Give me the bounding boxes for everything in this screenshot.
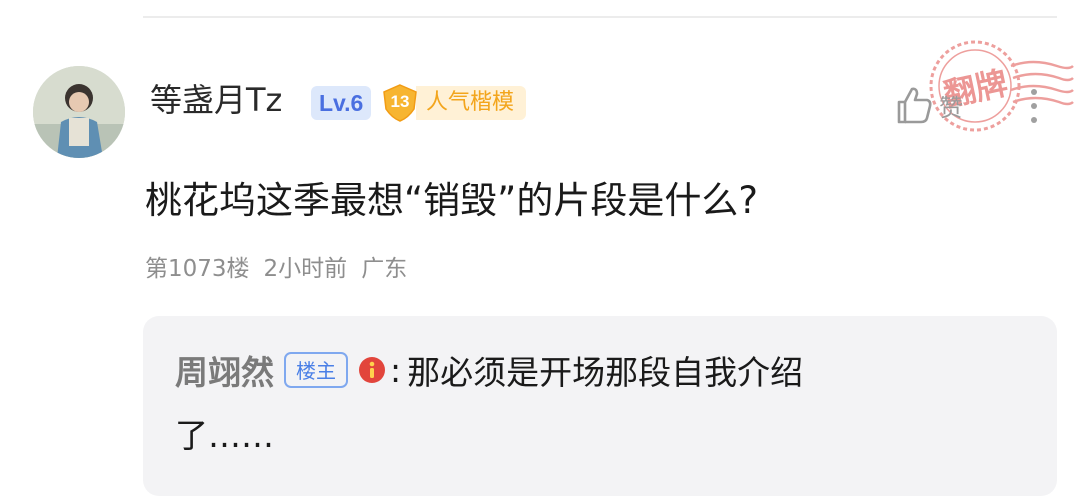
owner-badge: 楼主 — [284, 352, 348, 388]
comment-text: 桃花坞这季最想“销毁”的片段是什么? — [145, 179, 758, 222]
floor-number: 第1073楼 — [145, 256, 250, 282]
popularity-count: 13 — [390, 92, 410, 111]
thumbs-up-icon — [893, 84, 935, 126]
reply-username[interactable]: 周翊然 — [175, 346, 274, 394]
reply-text-line1: 那必须是开场那段自我介绍 — [407, 353, 804, 392]
location: 广东 — [361, 256, 408, 282]
warning-icon — [358, 356, 386, 384]
username[interactable]: 等盏月Tz — [150, 80, 282, 120]
reply-text-line2: 了…… — [175, 416, 274, 455]
more-options-icon[interactable] — [1024, 84, 1044, 128]
reply-colon: : — [390, 350, 402, 390]
level-badge: Lv.6 — [311, 86, 372, 120]
avatar[interactable] — [33, 66, 125, 158]
reply-first-line: 周翊然 楼主 : 那必须是开场那段自我介绍 — [175, 346, 803, 394]
comment-meta: 第1073楼 2小时前 广东 — [145, 252, 407, 286]
reply-box[interactable]: 周翊然 楼主 : 那必须是开场那段自我介绍 了…… — [143, 316, 1057, 496]
post-time: 2小时前 — [263, 256, 348, 282]
popularity-badge[interactable]: 13 人气楷模 — [380, 83, 527, 123]
top-divider — [143, 16, 1057, 18]
like-label: 赞 — [939, 93, 963, 122]
popularity-shield-icon: 13 — [380, 83, 420, 123]
popularity-label: 人气楷模 — [416, 86, 527, 120]
like-button[interactable]: 赞 — [893, 82, 963, 128]
